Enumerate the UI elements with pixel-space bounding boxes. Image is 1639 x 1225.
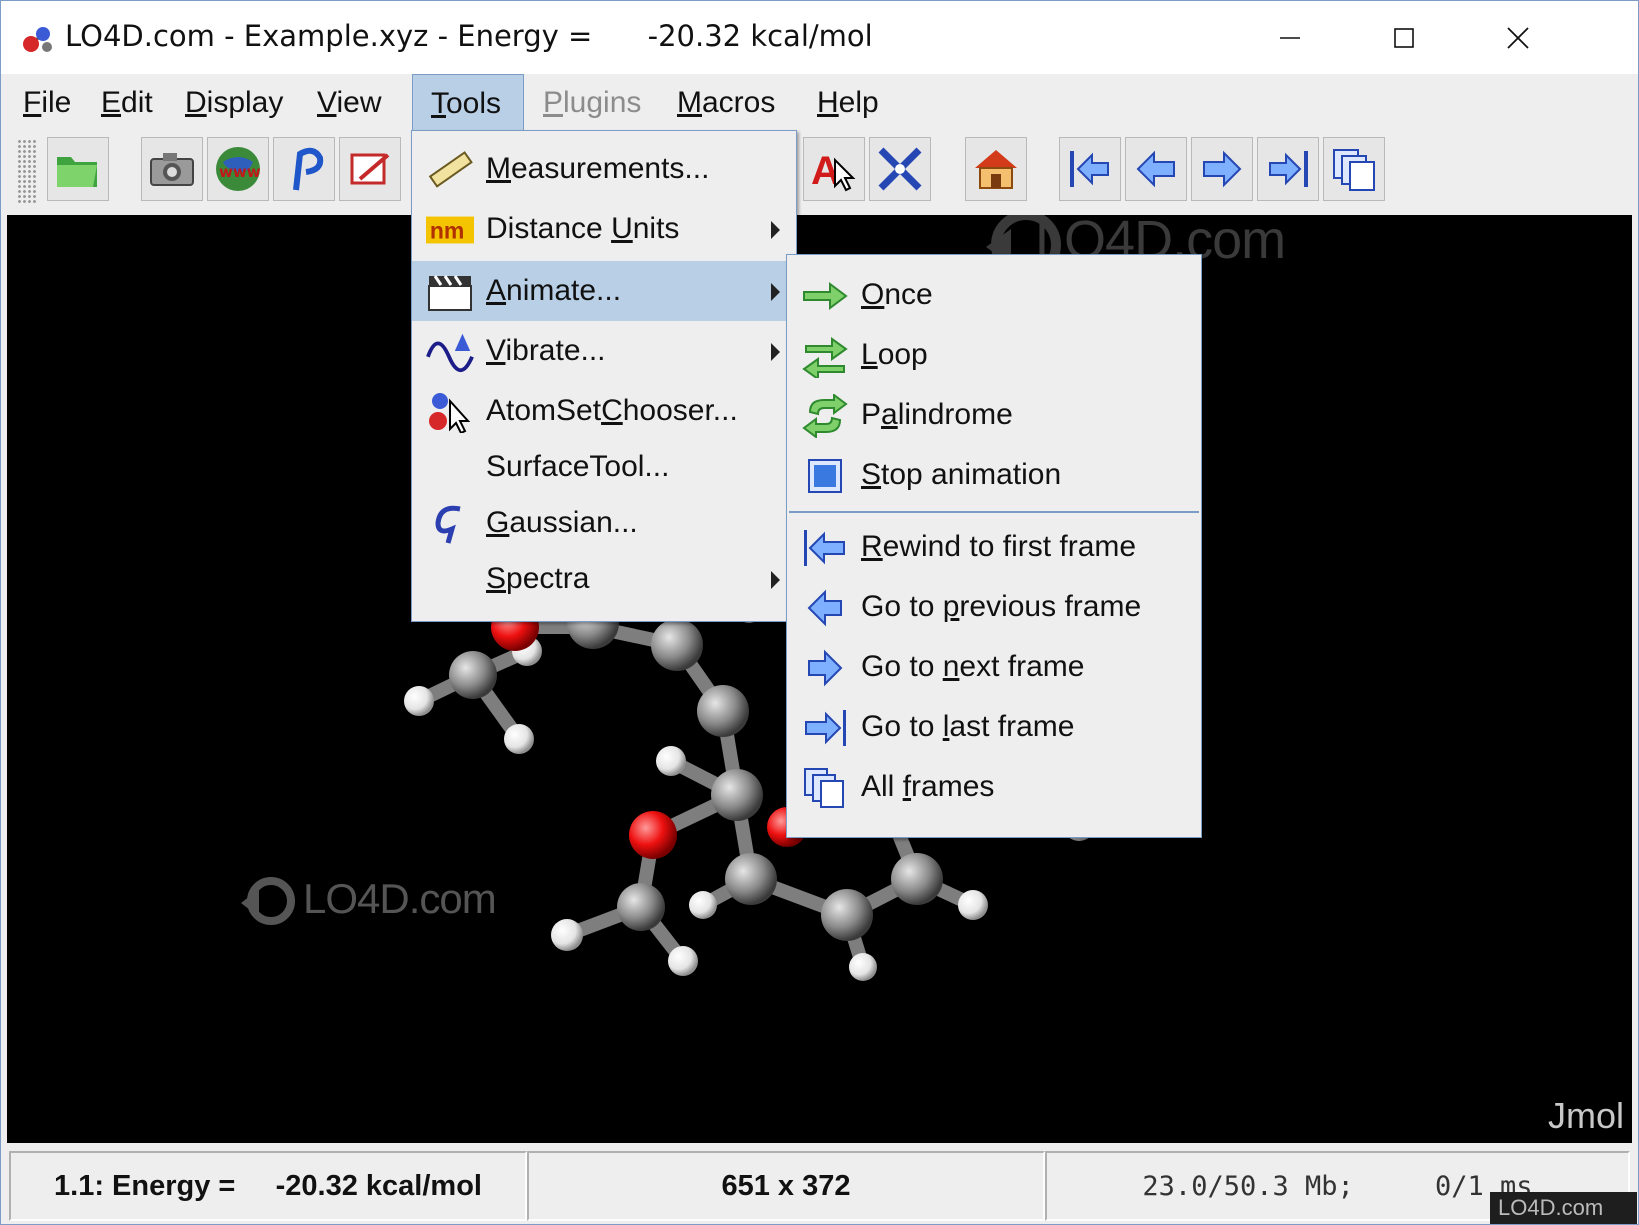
loop-arrows-icon	[801, 337, 849, 378]
lo4d-watermark-mid: LO4D.com	[241, 875, 497, 925]
first-frame-icon	[1070, 151, 1109, 187]
last-frame-button[interactable]	[1257, 137, 1319, 201]
atom-chooser-icon	[426, 393, 474, 433]
submenu-arrow-icon	[771, 571, 780, 589]
menu-item-stop-animation[interactable]: Stop animation	[787, 445, 1201, 505]
all-frames-icon	[801, 768, 849, 808]
menu-item-atomsetchooser[interactable]: AtomSetChooser...	[412, 381, 796, 441]
menu-item-next-frame[interactable]: Go to next frame	[787, 637, 1201, 697]
menu-display[interactable]: Display	[173, 74, 295, 131]
status-size: 651 x 372	[527, 1151, 1045, 1221]
palindrome-arrows-icon	[801, 394, 849, 438]
menu-item-rewind-first[interactable]: Rewind to first frame	[787, 517, 1201, 577]
submenu-arrow-icon	[771, 283, 780, 301]
menu-item-all-frames[interactable]: All frames	[787, 757, 1201, 817]
first-frame-button[interactable]	[1059, 137, 1121, 201]
rotate-axes-icon	[878, 147, 922, 191]
pick-cursor-icon	[293, 147, 324, 191]
all-frames-icon	[1333, 149, 1375, 191]
edit-script-button[interactable]	[339, 137, 401, 201]
open-file-button[interactable]	[47, 137, 109, 201]
lo4d-logo-icon	[241, 877, 295, 925]
minimize-icon	[1280, 36, 1300, 39]
snapshot-button[interactable]	[141, 137, 203, 201]
nm-units-icon: nm	[426, 211, 474, 249]
clapperboard-icon	[426, 273, 474, 311]
svg-text:nm: nm	[430, 218, 465, 244]
jmol-brand-label: Jmol	[1547, 1095, 1624, 1136]
next-frame-button[interactable]	[1191, 137, 1253, 201]
label-atoms-icon: A	[811, 149, 856, 192]
web-button[interactable]: www	[207, 137, 269, 201]
menu-item-spectra[interactable]: Spectra	[412, 549, 796, 609]
menu-help[interactable]: Help	[805, 74, 891, 131]
once-arrow-icon	[801, 277, 849, 315]
svg-text:www: www	[219, 163, 261, 181]
edit-script-icon	[350, 153, 390, 185]
menu-item-gaussian[interactable]: Gaussian...	[412, 493, 796, 553]
home-button[interactable]	[965, 137, 1027, 201]
toolbar: www A	[5, 131, 1634, 211]
previous-arrow-icon	[801, 589, 849, 627]
status-bar: 1.1: Energy = -20.32 kcal/mol 651 x 372 …	[5, 1147, 1634, 1224]
close-button[interactable]	[1461, 1, 1575, 74]
lo4d-corner-watermark: LO4D.com	[1490, 1192, 1637, 1224]
menu-file[interactable]: File	[11, 74, 83, 131]
maximize-button[interactable]	[1347, 1, 1461, 74]
previous-frame-button[interactable]	[1125, 137, 1187, 201]
animate-submenu: Once Loop Palindrome Stop animation Rewi…	[786, 254, 1202, 838]
label-atoms-button[interactable]: A	[803, 137, 865, 201]
menu-item-measurements[interactable]: Measurements...	[412, 139, 796, 199]
pick-button[interactable]	[273, 137, 335, 201]
menu-item-palindrome[interactable]: Palindrome	[787, 385, 1201, 445]
toolbar-grip[interactable]	[17, 139, 37, 203]
minimize-button[interactable]	[1233, 1, 1347, 74]
jmol-molecule-icon	[23, 27, 52, 52]
menu-item-once[interactable]: Once	[787, 265, 1201, 325]
menu-plugins: Plugins	[543, 86, 642, 119]
maximize-icon	[1394, 27, 1414, 48]
menu-separator	[789, 511, 1199, 513]
rotate-axes-button[interactable]	[869, 137, 931, 201]
next-frame-icon	[1203, 150, 1242, 188]
rewind-first-icon	[801, 529, 849, 567]
menu-item-distance-units[interactable]: nm Distance Units	[412, 199, 796, 259]
last-frame-icon	[1269, 151, 1308, 187]
last-frame-icon	[801, 709, 849, 747]
menu-bar: File Edit Display View Tools Plugins Mac…	[5, 74, 1634, 131]
close-icon	[1507, 26, 1529, 49]
all-frames-button[interactable]	[1323, 137, 1385, 201]
vibration-wave-icon	[426, 333, 474, 373]
menu-edit[interactable]: Edit	[89, 74, 165, 131]
menu-item-previous-frame[interactable]: Go to previous frame	[787, 577, 1201, 637]
menu-item-loop[interactable]: Loop	[787, 325, 1201, 385]
next-arrow-icon	[801, 649, 849, 687]
status-energy: 1.1: Energy = -20.32 kcal/mol	[9, 1151, 527, 1221]
menu-item-surfacetool[interactable]: SurfaceTool...	[412, 437, 796, 497]
submenu-arrow-icon	[771, 221, 780, 239]
menu-item-animate[interactable]: Animate...	[412, 261, 796, 321]
menu-tools[interactable]: Tools	[412, 74, 524, 131]
title-bar: LO4D.com - Example.xyz - Energy = -20.32…	[1, 1, 1638, 74]
stop-square-icon	[801, 457, 849, 495]
window-title: LO4D.com - Example.xyz - Energy = -20.32…	[65, 19, 873, 53]
www-globe-icon: www	[216, 147, 261, 191]
ruler-icon	[426, 151, 474, 189]
camera-icon	[150, 153, 194, 186]
gaussian-icon	[426, 505, 474, 544]
menu-macros[interactable]: Macros	[665, 74, 787, 131]
tools-menu: Measurements... nm Distance Units Animat…	[411, 130, 797, 622]
previous-frame-icon	[1136, 150, 1175, 188]
home-icon	[975, 150, 1017, 189]
submenu-arrow-icon	[771, 343, 780, 361]
menu-item-last-frame[interactable]: Go to last frame	[787, 697, 1201, 757]
menu-view[interactable]: View	[305, 74, 393, 131]
open-folder-icon	[57, 157, 97, 187]
menu-item-vibrate[interactable]: Vibrate...	[412, 321, 796, 381]
